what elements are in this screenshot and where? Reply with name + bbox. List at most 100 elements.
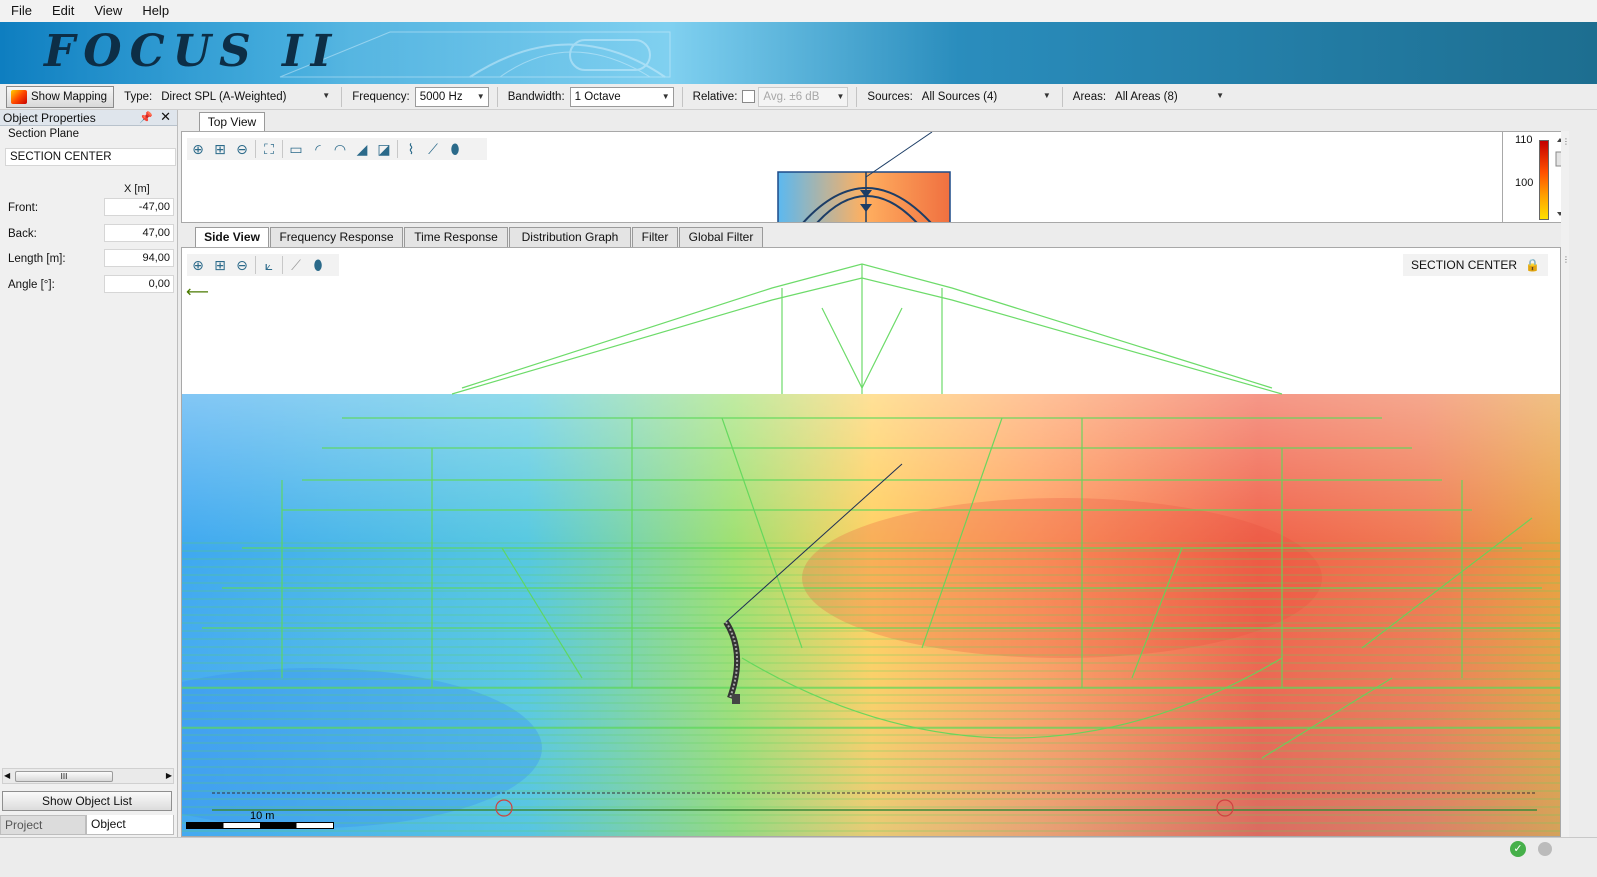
zoom-region-icon[interactable]: ⊞ — [209, 255, 231, 275]
top-view-plan — [777, 132, 951, 222]
top-view-tabbar: Top View — [181, 112, 1597, 132]
status-secondary-icon — [1538, 842, 1552, 856]
avg-select[interactable]: Avg. ±6 dB ▼ — [758, 86, 849, 107]
zoom-out-icon[interactable]: ⊖ — [231, 255, 253, 275]
section-name-text: SECTION CENTER — [1411, 258, 1518, 272]
tool-separator — [397, 140, 398, 158]
type-select[interactable]: Direct SPL (A-Weighted) ▼ — [157, 87, 333, 107]
panel-header: Object Properties 📌 ✕ — [0, 109, 177, 126]
frequency-select[interactable]: 5000 Hz ▼ — [414, 86, 489, 107]
tool-separator — [282, 140, 283, 158]
scroll-left-icon[interactable]: ◀ — [4, 769, 10, 783]
chevron-down-icon: ▼ — [1216, 91, 1224, 100]
stadium-section-drawing — [182, 263, 1560, 836]
tool-separator — [255, 140, 256, 158]
show-mapping-button[interactable]: Show Mapping — [6, 85, 115, 108]
back-field[interactable]: 47,00 — [104, 224, 174, 242]
tab-object-properties[interactable]: Object Prope... — [86, 815, 174, 849]
tool-separator — [282, 256, 283, 274]
draw-rectangle-icon[interactable]: ▭ — [285, 139, 307, 159]
close-icon[interactable]: ✕ — [160, 109, 171, 125]
speaker-icon[interactable]: ⬮ — [444, 139, 466, 159]
panel-tabs: Project Prop... Object Prope... — [0, 815, 178, 850]
scroll-right-icon[interactable]: ▶ — [166, 769, 172, 783]
tool-separator — [255, 256, 256, 274]
draw-arc-icon[interactable]: ◠ — [329, 139, 351, 159]
toolbar-separator — [681, 86, 683, 107]
front-field[interactable]: -47,00 — [104, 198, 174, 216]
chevron-down-icon: ▼ — [661, 92, 670, 101]
zoom-in-icon[interactable]: ⊕ — [187, 139, 209, 159]
frequency-label: Frequency: — [352, 90, 410, 103]
top-view-toolbar: ⊕ ⊞ ⊖ ⛶ ▭ ◜ ◠ ◢ ◪ ⌇ ⟋ ⬮ — [187, 138, 487, 160]
areas-select[interactable]: All Areas (8) ▼ — [1111, 87, 1227, 107]
app-logo: FOCUS II — [44, 26, 340, 77]
frequency-select-value: 5000 Hz — [419, 90, 463, 103]
chevron-down-icon: ▼ — [476, 92, 485, 101]
bandwidth-select[interactable]: 1 Octave ▼ — [569, 86, 674, 107]
graph-axes-icon[interactable]: ⟀ — [258, 255, 280, 275]
mapping-icon — [11, 89, 27, 104]
menu-bar: File Edit View Help — [0, 0, 1597, 22]
avg-select-value: Avg. ±6 dB — [763, 90, 820, 103]
tab-top-view[interactable]: Top View — [199, 112, 265, 132]
tab-project-properties[interactable]: Project Prop... — [0, 815, 86, 850]
measure-line-icon[interactable]: ⟋ — [422, 139, 444, 159]
menu-file[interactable]: File — [0, 0, 41, 22]
front-label: Front: — [8, 202, 39, 214]
areas-select-value: All Areas (8) — [1115, 90, 1178, 103]
toolbar-separator — [341, 86, 343, 107]
top-view-canvas[interactable]: ⊕ ⊞ ⊖ ⛶ ▭ ◜ ◠ ◢ ◪ ⌇ ⟋ ⬮ — [181, 131, 1561, 223]
sources-select-value: All Sources (4) — [921, 90, 998, 103]
app-banner: FOCUS II — [0, 22, 1597, 84]
panel-horizontal-scrollbar[interactable]: ◀ III ▶ — [2, 768, 174, 784]
bandwidth-label: Bandwidth: — [507, 90, 565, 103]
type-label: Type: — [124, 90, 153, 103]
tab-side-view[interactable]: Side View — [195, 227, 269, 247]
fit-view-icon[interactable]: ⛶ — [258, 139, 280, 159]
menu-edit[interactable]: Edit — [41, 0, 83, 22]
show-object-list-button[interactable]: Show Object List — [2, 791, 172, 811]
menu-view[interactable]: View — [83, 0, 131, 22]
tab-distribution-graph[interactable]: Distribution Graph — [509, 227, 631, 247]
lock-icon[interactable]: 🔒 — [1525, 254, 1540, 276]
draw-wedge-icon[interactable]: ◢ — [351, 139, 373, 159]
zoom-region-icon[interactable]: ⊞ — [209, 139, 231, 159]
toolbar-separator — [856, 86, 858, 107]
tab-global-filter[interactable]: Global Filter — [679, 227, 763, 247]
menu-help[interactable]: Help — [131, 0, 178, 22]
tab-filter[interactable]: Filter — [632, 227, 678, 247]
line-array-icon[interactable]: ⌇ — [400, 139, 422, 159]
relative-checkbox[interactable] — [742, 90, 756, 103]
scale-bar: 10 m — [186, 810, 336, 832]
side-view-toolbar: ⊕ ⊞ ⊖ ⟀ ⟋ ⬮ — [187, 254, 339, 276]
zoom-out-icon[interactable]: ⊖ — [231, 139, 253, 159]
zoom-in-icon[interactable]: ⊕ — [187, 255, 209, 275]
areas-label: Areas: — [1072, 90, 1107, 103]
back-arrow-icon[interactable]: ⟵ — [186, 282, 209, 302]
side-view-canvas[interactable]: ⊕ ⊞ ⊖ ⟀ ⟋ ⬮ ⟵ SECTION CENTER 🔒 10 m — [181, 247, 1561, 837]
toolbar-separator — [496, 86, 498, 107]
measure-line-icon[interactable]: ⟋ — [285, 255, 307, 275]
chevron-down-icon: ▼ — [836, 92, 845, 101]
dock-grip-icon[interactable]: ⋮ — [1562, 255, 1570, 264]
length-field[interactable]: 94,00 — [104, 249, 174, 267]
object-properties-panel: Object Properties 📌 ✕ Section Plane SECT… — [0, 109, 178, 850]
show-mapping-label: Show Mapping — [31, 90, 108, 103]
tab-frequency-response[interactable]: Frequency Response — [270, 227, 403, 247]
draw-shape-icon[interactable]: ◪ — [373, 139, 395, 159]
pin-icon[interactable]: 📌 — [139, 110, 153, 126]
color-scale-panel: 110 100 — [1502, 131, 1568, 223]
back-label: Back: — [8, 228, 37, 240]
tab-time-response[interactable]: Time Response — [404, 227, 508, 247]
object-name-field[interactable]: SECTION CENTER — [5, 148, 176, 166]
dock-grip-icon[interactable]: ⋮ — [1562, 137, 1570, 146]
angle-field[interactable]: 0,00 — [104, 275, 174, 293]
panel-title: Object Properties — [3, 111, 96, 125]
sources-select[interactable]: All Sources (4) ▼ — [918, 87, 1054, 107]
colorbar-max-label: 110 — [1515, 134, 1533, 146]
draw-quarter-icon[interactable]: ◜ — [307, 139, 329, 159]
scroll-thumb[interactable]: III — [15, 771, 113, 782]
speaker-icon[interactable]: ⬮ — [307, 255, 329, 275]
toolbar-separator — [1061, 86, 1063, 107]
